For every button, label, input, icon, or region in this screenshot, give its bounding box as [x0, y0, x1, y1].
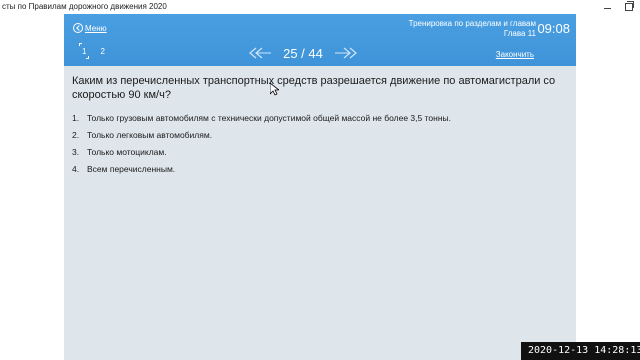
answer-list: 1. Только грузовым автомобилям с техниче…: [72, 109, 568, 177]
mode-title: Тренировка по разделам и главам: [408, 19, 536, 28]
page-tab-1[interactable]: 1: [78, 43, 91, 59]
window-title: сты по Правилам дорожного движения 2020: [2, 2, 167, 11]
title-bar: сты по Правилам дорожного движения 2020: [0, 0, 640, 14]
chevron-left-icon: [73, 23, 83, 33]
answer-number: 1.: [72, 112, 80, 123]
mouse-pointer-icon: [270, 83, 279, 96]
page-tabs: 1 2: [78, 43, 105, 59]
next-question-button[interactable]: [334, 47, 358, 59]
quiz-header: Меню Тренировка по разделам и главам Гла…: [64, 14, 576, 66]
answer-option-1[interactable]: 1. Только грузовым автомобилям с техниче…: [72, 109, 568, 126]
double-chevron-left-icon: [249, 47, 271, 59]
timer: 09:08: [537, 21, 570, 36]
answer-option-4[interactable]: 4. Всем перечисленным.: [72, 160, 568, 177]
answer-number: 2.: [72, 129, 80, 140]
question-text: Каким из перечисленных транспортных сред…: [72, 75, 556, 101]
app-window: сты по Правилам дорожного движения 2020 …: [0, 0, 640, 360]
quiz-panel: Меню Тренировка по разделам и главам Гла…: [64, 14, 576, 360]
answer-number: 4.: [72, 163, 80, 174]
finish-button[interactable]: Закончить: [496, 50, 534, 59]
question-navigator: 25 / 44: [248, 45, 358, 61]
restore-icon: [625, 1, 634, 11]
page-tab-2[interactable]: 2: [100, 47, 104, 56]
answer-text: Только легковым автомобилям.: [87, 129, 213, 140]
chapter-label: Глава 11: [503, 29, 536, 38]
answer-option-3[interactable]: 3. Только мотоциклам.: [72, 143, 568, 160]
menu-label: Меню: [85, 23, 107, 33]
double-chevron-right-icon: [334, 47, 357, 59]
answer-text: Только мотоциклам.: [87, 146, 167, 157]
answer-option-2[interactable]: 2. Только легковым автомобилям.: [72, 126, 568, 143]
question-counter: 25 / 44: [283, 45, 323, 61]
answer-number: 3.: [72, 146, 80, 157]
recording-timestamp: 2020-12-13 14:28:13: [521, 342, 640, 360]
prev-question-button[interactable]: [248, 47, 272, 59]
answer-text: Только грузовым автомобилям с технически…: [87, 112, 451, 123]
minimize-icon: [603, 7, 611, 9]
restore-button[interactable]: [618, 0, 640, 14]
answer-text: Всем перечисленным.: [87, 163, 176, 174]
menu-button[interactable]: Меню: [73, 22, 107, 34]
minimize-button[interactable]: [596, 0, 618, 14]
